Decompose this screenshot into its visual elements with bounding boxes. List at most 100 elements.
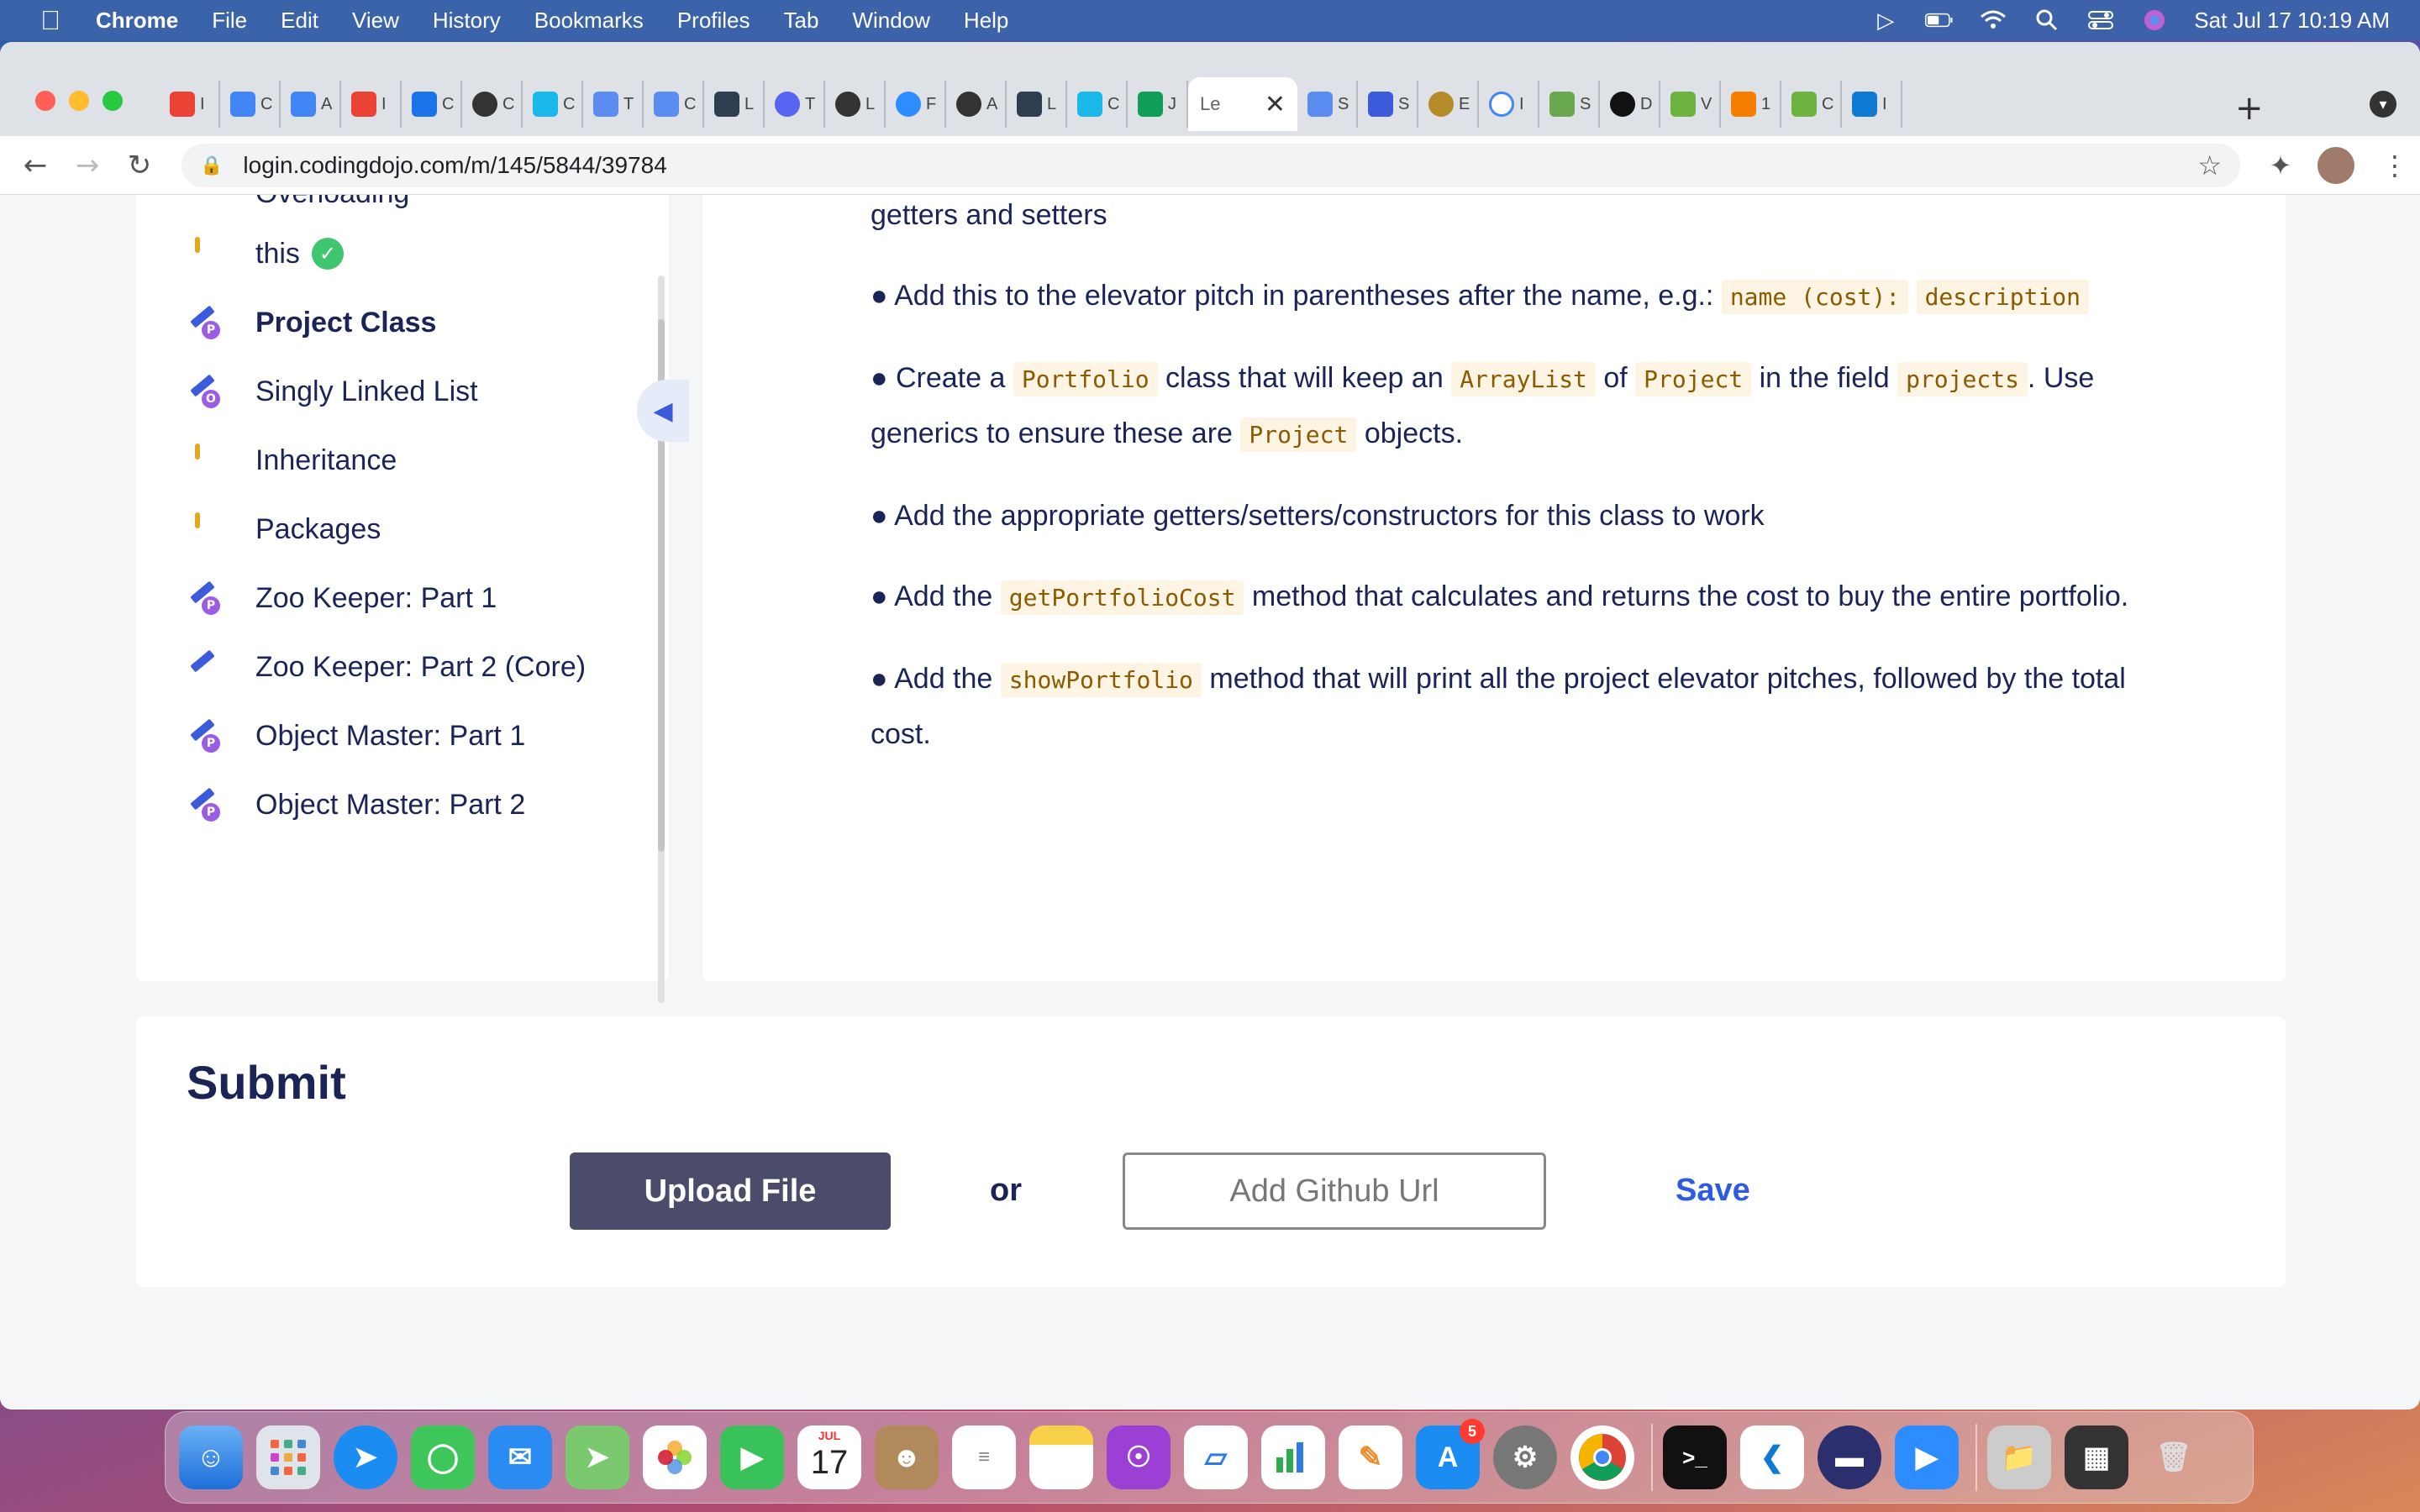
wifi-icon[interactable] (1979, 8, 2007, 32)
tab-gmail-2[interactable]: I (341, 81, 402, 128)
tab-docs-2[interactable]: A (281, 81, 341, 128)
tab-globe-1[interactable]: C (462, 81, 523, 128)
eclipse-icon[interactable]: ▬ (1818, 1425, 1881, 1489)
tab-leaf-1[interactable]: V (1660, 81, 1721, 128)
menu-file[interactable]: File (212, 8, 247, 34)
downloads-folder-icon[interactable]: 📁 (1987, 1425, 2051, 1489)
sidebar-item-singly-linked-list[interactable]: O Singly Linked List (187, 366, 478, 417)
tab-github[interactable]: D (1600, 81, 1660, 128)
tab-docs-1[interactable]: C (220, 81, 281, 128)
facetime-icon[interactable]: ▶ (720, 1425, 784, 1489)
keynote-icon[interactable]: ▱ (1184, 1425, 1248, 1489)
apple-icon[interactable]:  (34, 3, 67, 37)
maps-icon[interactable]: ➤ (566, 1425, 629, 1489)
spotlight-search-icon[interactable] (2033, 8, 2061, 32)
screen-record-icon[interactable]: ▷ (1871, 8, 1900, 33)
battery-icon[interactable] (1925, 8, 1954, 32)
tab-dojo-1[interactable]: T (583, 81, 644, 128)
vscode-app-icon[interactable]: ❮ (1740, 1425, 1804, 1489)
messages-icon[interactable]: ◯ (411, 1425, 475, 1489)
photos-icon[interactable] (643, 1425, 707, 1489)
chrome-icon[interactable] (1570, 1425, 1634, 1489)
menubar-clock[interactable]: Sat Jul 17 10:19 AM (2194, 8, 2390, 34)
upload-file-button[interactable]: Upload File (570, 1152, 891, 1230)
tab-sheets[interactable]: J (1128, 81, 1188, 128)
collapse-sidebar-chevron-icon[interactable]: ◀ (637, 380, 689, 442)
tab-dojo-3[interactable]: S (1297, 81, 1358, 128)
menu-help[interactable]: Help (964, 8, 1008, 34)
recent-window-icon[interactable]: ▦ (2065, 1425, 2128, 1489)
sidebar-item-object-master-1[interactable]: P Object Master: Part 1 (187, 711, 525, 761)
tab-vimeo-1[interactable]: C (523, 81, 583, 128)
finder-icon[interactable]: ☺ (179, 1425, 243, 1489)
tab-contacts[interactable]: C (402, 81, 462, 128)
trash-icon[interactable]: 🗑 (2142, 1425, 2206, 1489)
menu-bookmarks[interactable]: Bookmarks (534, 8, 644, 34)
numbers-icon[interactable] (1261, 1425, 1325, 1489)
new-tab-plus-icon[interactable]: + (2235, 89, 2264, 128)
tab-google[interactable]: I (1479, 81, 1539, 128)
tab-active-coding-dojo[interactable]: Le ✕ (1188, 77, 1297, 131)
reload-icon[interactable]: ↻ (123, 149, 156, 182)
sidebar-item-this[interactable]: this ✓ (187, 228, 344, 279)
address-bar[interactable]: 🔒 login.codingdojo.com/m/145/5844/39784 … (182, 143, 2240, 187)
menu-profiles[interactable]: Profiles (677, 8, 750, 34)
tab-globe-2[interactable]: L (825, 81, 886, 128)
bookmark-star-icon[interactable]: ☆ (2197, 150, 2222, 181)
launchpad-icon[interactable] (256, 1425, 320, 1489)
contacts-app-icon[interactable]: ☻ (875, 1425, 939, 1489)
menu-edit[interactable]: Edit (281, 8, 318, 34)
tab-search-chevron-icon[interactable]: ▾ (2370, 91, 2396, 118)
menu-tab[interactable]: Tab (784, 8, 819, 34)
tab-blogger[interactable]: 1 (1721, 81, 1781, 128)
profile-avatar[interactable] (2317, 146, 2354, 184)
menu-view[interactable]: View (352, 8, 399, 34)
sidebar-item-project-class[interactable]: P Project Class (187, 297, 436, 348)
tab-globe-3[interactable]: A (946, 81, 1007, 128)
calendar-icon[interactable]: JUL 17 (797, 1425, 861, 1489)
pages-icon[interactable]: ✎ (1339, 1425, 1402, 1489)
close-window-button[interactable] (35, 91, 55, 111)
mail-icon[interactable]: ✉ (488, 1425, 552, 1489)
podcasts-icon[interactable]: ☉ (1107, 1425, 1171, 1489)
reminders-icon[interactable]: ≡ (952, 1425, 1016, 1489)
tab-quiz[interactable]: T (765, 81, 825, 128)
url-text[interactable]: login.codingdojo.com/m/145/5844/39784 (243, 152, 666, 179)
tab-gmail-1[interactable]: I (160, 81, 220, 128)
tab-library-1[interactable]: L (704, 81, 765, 128)
save-button[interactable]: Save (1676, 1173, 1750, 1209)
zoom-window-button[interactable] (103, 91, 123, 111)
more-menu-icon[interactable]: ⋮ (2376, 147, 2413, 184)
tab-zoom[interactable]: F (886, 81, 946, 128)
close-tab-icon[interactable]: ✕ (1265, 90, 1286, 119)
lock-icon[interactable]: 🔒 (200, 155, 223, 176)
system-preferences-gear-icon[interactable]: ⚙ (1493, 1425, 1557, 1489)
tab-badge[interactable]: E (1418, 81, 1479, 128)
github-url-input[interactable] (1123, 1152, 1546, 1230)
menu-app-name[interactable]: Chrome (96, 8, 178, 34)
menu-window[interactable]: Window (852, 8, 929, 34)
sidebar-item-object-master-2[interactable]: P Object Master: Part 2 (187, 780, 525, 830)
tab-dojo-2[interactable]: C (644, 81, 704, 128)
siri-icon[interactable] (2140, 8, 2169, 32)
tab-vscode[interactable]: I (1842, 81, 1902, 128)
forward-arrow-icon[interactable]: → (71, 149, 104, 182)
tab-chain[interactable]: S (1539, 81, 1600, 128)
app-store-icon[interactable]: A5 (1416, 1419, 1485, 1489)
zoom-app-icon[interactable]: ▶ (1895, 1425, 1959, 1489)
safari-icon[interactable]: ➤ (334, 1425, 397, 1489)
extensions-puzzle-icon[interactable]: ✦ (2262, 147, 2299, 184)
tab-binoculars[interactable]: S (1358, 81, 1418, 128)
tab-leaf-2[interactable]: C (1781, 81, 1842, 128)
sidebar-item-overloading[interactable]: Overloading (187, 195, 409, 218)
terminal-icon[interactable]: >_ (1663, 1425, 1727, 1489)
back-arrow-icon[interactable]: ← (18, 149, 52, 182)
tab-vimeo-2[interactable]: C (1067, 81, 1128, 128)
sidebar-item-zoo-keeper-1[interactable]: P Zoo Keeper: Part 1 (187, 573, 497, 623)
notes-icon[interactable] (1029, 1425, 1093, 1489)
minimize-window-button[interactable] (69, 91, 89, 111)
sidebar-item-zoo-keeper-2[interactable]: Zoo Keeper: Part 2 (Core) (187, 642, 586, 692)
tab-library-2[interactable]: L (1007, 81, 1067, 128)
sidebar-item-inheritance[interactable]: Inheritance (187, 435, 397, 486)
sidebar-item-packages[interactable]: Packages (187, 504, 381, 554)
